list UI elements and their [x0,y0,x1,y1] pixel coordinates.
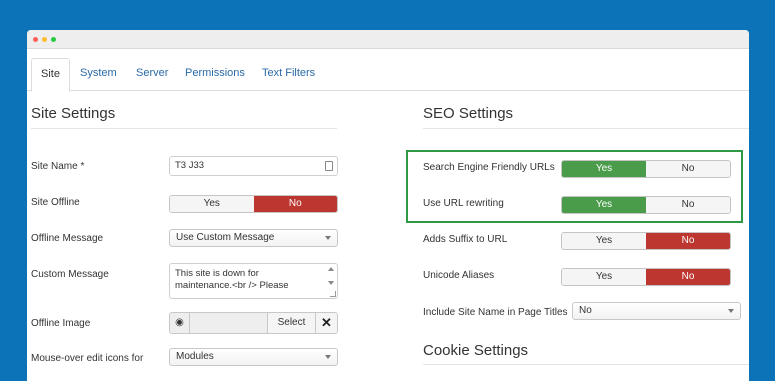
unicode-aliases-toggle: Yes No [561,268,731,286]
tab-bar: Site System Server Permissions Text Filt… [27,58,749,92]
custom-message-line-1: This site is down for [175,268,259,279]
close-icon: ✕ [321,315,332,330]
sef-urls-toggle: Yes No [561,160,731,178]
sef-urls-label: Search Engine Friendly URLs [423,162,555,173]
app-window: Site System Server Permissions Text Filt… [27,30,749,381]
chevron-down-icon [325,236,331,240]
chevron-down-icon [728,309,734,313]
custom-message-line-2: maintenance.<br /> Please [175,280,289,291]
tab-server[interactable]: Server [127,58,177,92]
offline-message-value: Use Custom Message [176,232,275,243]
site-offline-yes-button[interactable]: Yes [170,196,254,212]
suffix-yes-button[interactable]: Yes [562,233,646,249]
offline-image-path[interactable] [190,313,267,333]
suffix-toggle: Yes No [561,232,731,250]
unicode-aliases-yes-button[interactable]: Yes [562,269,646,285]
tab-site[interactable]: Site [31,58,70,92]
unicode-aliases-no-button[interactable]: No [646,269,730,285]
site-offline-label: Site Offline [31,197,80,208]
site-name-label: Site Name * [31,161,85,172]
maximize-dot[interactable] [51,37,56,42]
chevron-down-icon [325,355,331,359]
include-site-name-label: Include Site Name in Page Titles [423,307,568,318]
scroll-up-icon[interactable] [328,267,334,271]
url-rewriting-no-button[interactable]: No [646,197,730,213]
seo-settings-title: SEO Settings [423,105,514,122]
site-offline-no-button[interactable]: No [253,196,337,212]
include-site-name-value: No [579,305,592,316]
cookie-settings-divider [423,364,749,365]
clear-image-button[interactable]: ✕ [315,313,337,333]
site-settings-divider [31,128,337,129]
custom-message-textarea[interactable]: This site is down for maintenance.<br />… [169,263,338,299]
suffix-label: Adds Suffix to URL [423,234,508,245]
site-name-value: T3 J33 [175,160,205,171]
suffix-no-button[interactable]: No [646,233,730,249]
mouseover-value: Modules [176,351,214,362]
close-dot[interactable] [33,37,38,42]
url-rewriting-toggle: Yes No [561,196,731,214]
field-icon [325,161,333,171]
minimize-dot[interactable] [42,37,47,42]
scroll-down-icon[interactable] [328,281,334,285]
mouseover-select[interactable]: Modules [169,348,338,366]
select-image-button[interactable]: Select [267,313,315,333]
url-rewriting-label: Use URL rewriting [423,198,504,209]
tab-system[interactable]: System [71,58,126,92]
unicode-aliases-label: Unicode Aliases [423,270,495,281]
title-bar [27,30,749,49]
custom-message-label: Custom Message [31,269,109,280]
tab-permissions[interactable]: Permissions [176,58,254,92]
mouseover-label: Mouse-over edit icons for [31,353,144,364]
resize-handle-icon[interactable] [330,291,336,297]
offline-image-label: Offline Image [31,318,91,329]
site-name-input[interactable]: T3 J33 [169,156,338,176]
eye-icon[interactable]: ◉ [170,313,190,333]
tab-text-filters[interactable]: Text Filters [253,58,324,92]
site-settings-title: Site Settings [31,105,116,122]
site-offline-toggle: Yes No [169,195,338,213]
offline-message-select[interactable]: Use Custom Message [169,229,338,247]
offline-message-label: Offline Message [31,233,104,244]
include-site-name-select[interactable]: No [572,302,741,320]
sef-urls-no-button[interactable]: No [646,161,730,177]
cookie-settings-title: Cookie Settings [423,342,529,359]
seo-settings-divider [423,128,749,129]
url-rewriting-yes-button[interactable]: Yes [562,197,646,213]
offline-image-control: ◉ Select ✕ [169,312,338,334]
sef-urls-yes-button[interactable]: Yes [562,161,646,177]
